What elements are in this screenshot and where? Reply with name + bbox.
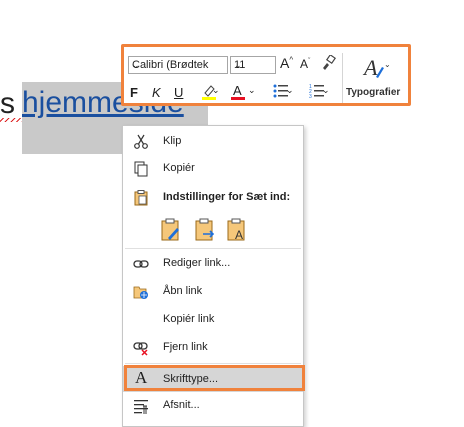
paste-text-only-icon: A [227, 218, 245, 242]
paste-text-only-button[interactable]: A [225, 218, 249, 242]
menu-item-copy[interactable]: Kopiér [123, 157, 303, 181]
chevron-down-icon: ⌄ [132, 60, 140, 70]
paste-keep-formatting-button[interactable] [159, 218, 183, 242]
svg-text:A: A [235, 228, 243, 242]
menu-divider [125, 248, 301, 249]
copy-icon [134, 161, 148, 177]
styles-icon: A ⌄ [362, 55, 391, 80]
menu-item-copy-link[interactable]: Kopiér link [123, 308, 303, 332]
chevron-down-icon: ⌄ [234, 60, 242, 70]
menu-item-label: Fjern link [163, 341, 208, 353]
shrink-font-button[interactable]: Aˇ [300, 57, 310, 71]
chevron-down-icon: ⌄ [286, 85, 294, 95]
mini-toolbar: Calibri (Brødtek ⌄ 11 ⌄ A^ Aˇ F K U ⌄ A … [121, 44, 411, 106]
svg-text:A: A [362, 55, 378, 80]
menu-item-label: Afsnit... [163, 399, 200, 411]
font-color-icon: A [233, 83, 242, 98]
format-painter-button[interactable] [320, 53, 337, 74]
bullets-button[interactable]: ⌄ [266, 83, 296, 101]
italic-icon: K [152, 85, 161, 100]
paste-merge-formatting-button[interactable] [193, 218, 217, 242]
menu-item-edit-link[interactable]: Rediger link... [123, 252, 303, 276]
menu-item-open-link[interactable]: Åbn link [123, 280, 303, 304]
menu-item-label: Klip [163, 135, 182, 147]
menu-item-label: Åbn link [163, 285, 203, 297]
bold-button[interactable]: F [130, 85, 138, 100]
menu-item-paste-options: Indstillinger for Sæt ind: [123, 186, 303, 210]
remove-link-icon [133, 342, 148, 356]
toolbar-separator [342, 53, 343, 103]
underline-icon: U [174, 85, 184, 100]
styles-label: Typografier [346, 87, 401, 98]
paste-merge-formatting-icon [195, 218, 215, 241]
menu-item-label: Rediger link... [163, 257, 231, 269]
shrink-font-icon: A [300, 57, 309, 71]
font-color-button[interactable]: A ⌄ [230, 83, 260, 101]
grow-font-button[interactable]: A^ [280, 55, 293, 71]
menu-item-cut[interactable]: Klip [123, 130, 303, 154]
styles-button[interactable]: A ⌄ Typografier [344, 51, 410, 103]
grow-font-icon: A [280, 55, 290, 71]
link-icon [133, 260, 149, 268]
menu-item-label: Kopiér [163, 162, 195, 174]
svg-text:⌄: ⌄ [384, 60, 391, 69]
chevron-down-icon: ⌄ [322, 85, 330, 95]
svg-text:3: 3 [309, 94, 312, 99]
menu-divider [125, 363, 301, 364]
format-painter-icon [323, 53, 337, 70]
underline-button[interactable]: U [174, 85, 183, 100]
document-text: s [0, 87, 15, 120]
menu-item-paragraph[interactable]: Afsnit... [123, 394, 303, 418]
chevron-down-icon: ⌄ [212, 85, 220, 95]
highlight-button[interactable]: ⌄ [196, 83, 222, 101]
numbering-button[interactable]: 1 2 3 ⌄ [302, 83, 332, 101]
paste-keep-formatting-icon [161, 218, 179, 241]
open-link-icon [133, 286, 148, 299]
menu-item-label: Indstillinger for Sæt ind: [163, 191, 291, 203]
font-size-combo[interactable]: 11 ⌄ [230, 56, 276, 74]
highlight-outline [124, 365, 305, 391]
menu-item-label: Kopiér link [163, 313, 215, 325]
italic-button[interactable]: K [152, 85, 161, 100]
menu-item-remove-link[interactable]: Fjern link [123, 336, 303, 360]
bold-icon: F [130, 85, 138, 100]
chevron-down-icon: ⌄ [248, 85, 256, 95]
font-color-swatch [231, 97, 245, 100]
font-name-combo[interactable]: Calibri (Brødtek ⌄ [128, 56, 228, 74]
clipboard-icon [134, 190, 148, 206]
paragraph-icon [134, 400, 148, 414]
scissors-icon [134, 134, 148, 149]
